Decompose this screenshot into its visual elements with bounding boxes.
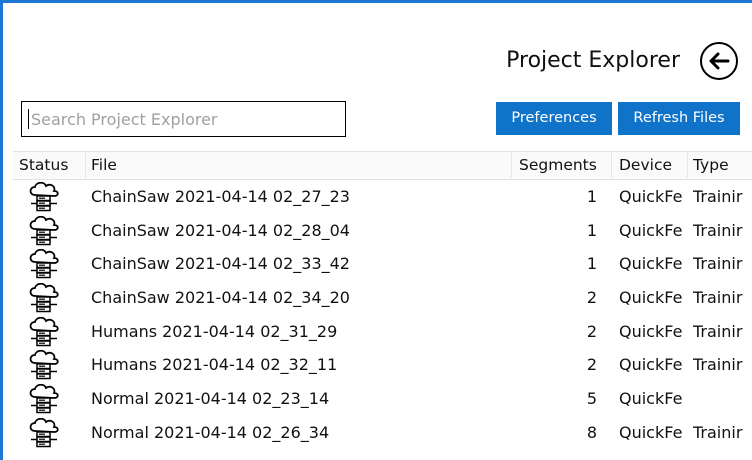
device-name: QuickFe <box>619 254 683 274</box>
device-name: QuickFe <box>619 389 683 409</box>
table-header: Status File Segments Device Type <box>13 151 752 180</box>
cloud-server-icon <box>27 417 61 448</box>
table-row[interactable]: ChainSaw 2021-04-14 02_34_20 2 QuickFe T… <box>13 281 752 315</box>
device-name: QuickFe <box>619 355 683 375</box>
arrow-left-icon <box>709 52 730 70</box>
cloud-server-icon <box>27 316 61 347</box>
device-name: QuickFe <box>619 187 683 206</box>
device-name: QuickFe <box>619 220 683 240</box>
segment-count: 2 <box>586 355 597 375</box>
file-type: Trainir <box>693 321 743 341</box>
cloud-server-icon <box>27 383 61 414</box>
table-row[interactable]: ChainSaw 2021-04-14 02_28_04 1 QuickFe T… <box>13 214 752 248</box>
column-header-status[interactable]: Status <box>19 152 85 178</box>
search-input[interactable] <box>29 109 331 129</box>
cloud-server-icon <box>27 249 61 279</box>
segment-count: 1 <box>586 187 597 206</box>
device-name: QuickFe <box>619 288 683 308</box>
file-name: Humans 2021-04-14 02_32_11 <box>91 355 338 375</box>
column-divider[interactable] <box>611 152 612 178</box>
table-row[interactable]: Humans 2021-04-14 02_31_29 2 QuickFe Tra… <box>13 315 752 349</box>
file-name: Normal 2021-04-14 02_26_34 <box>91 422 330 442</box>
column-header-type[interactable]: Type <box>693 152 752 178</box>
segment-count: 2 <box>586 321 597 341</box>
file-type: Trainir <box>693 355 743 375</box>
refresh-files-button[interactable]: Refresh Files <box>618 102 740 135</box>
app-window: Project Explorer Preferences Refresh Fil… <box>0 0 752 460</box>
column-header-segments[interactable]: Segments <box>519 152 609 178</box>
table-row[interactable]: Humans 2021-04-14 02_32_11 2 QuickFe Tra… <box>13 348 752 382</box>
cloud-server-icon <box>27 215 61 246</box>
segment-count: 8 <box>586 422 597 442</box>
file-name: ChainSaw 2021-04-14 02_28_04 <box>91 220 350 240</box>
table-body: ChainSaw 2021-04-14 02_27_23 1 QuickFe T… <box>13 180 752 450</box>
file-type: Trainir <box>693 254 743 274</box>
file-type: Trainir <box>693 187 743 206</box>
preferences-button[interactable]: Preferences <box>496 102 612 135</box>
files-table: Status File Segments Device Type ChainSa… <box>13 151 752 450</box>
segment-count: 1 <box>586 220 597 240</box>
file-type: Trainir <box>693 422 743 442</box>
file-name: ChainSaw 2021-04-14 02_27_23 <box>91 187 350 206</box>
cloud-server-icon <box>27 181 61 212</box>
file-name: Humans 2021-04-14 02_31_29 <box>91 321 338 341</box>
page-title: Project Explorer <box>506 48 680 73</box>
column-divider[interactable] <box>85 152 86 178</box>
table-row[interactable]: Normal 2021-04-14 02_23_14 5 QuickFe <box>13 382 752 416</box>
segment-count: 5 <box>586 389 597 409</box>
back-button[interactable] <box>700 42 738 80</box>
column-header-device[interactable]: Device <box>619 152 685 178</box>
table-row[interactable]: ChainSaw 2021-04-14 02_27_23 1 QuickFe T… <box>13 180 752 214</box>
file-type: Trainir <box>693 288 743 308</box>
device-name: QuickFe <box>619 321 683 341</box>
table-row[interactable]: Normal 2021-04-14 02_26_34 8 QuickFe Tra… <box>13 416 752 450</box>
file-name: ChainSaw 2021-04-14 02_33_42 <box>91 254 350 274</box>
segment-count: 1 <box>586 254 597 274</box>
device-name: QuickFe <box>619 422 683 442</box>
file-type: Trainir <box>693 220 743 240</box>
file-name: ChainSaw 2021-04-14 02_34_20 <box>91 288 350 308</box>
table-row[interactable]: ChainSaw 2021-04-14 02_33_42 1 QuickFe T… <box>13 247 752 281</box>
search-box[interactable] <box>21 101 346 137</box>
cloud-server-icon <box>27 350 61 380</box>
cloud-server-icon <box>27 282 61 313</box>
file-name: Normal 2021-04-14 02_23_14 <box>91 389 330 409</box>
column-header-file[interactable]: File <box>91 152 511 178</box>
column-divider[interactable] <box>687 152 688 178</box>
column-divider[interactable] <box>511 152 512 178</box>
segment-count: 2 <box>586 288 597 308</box>
